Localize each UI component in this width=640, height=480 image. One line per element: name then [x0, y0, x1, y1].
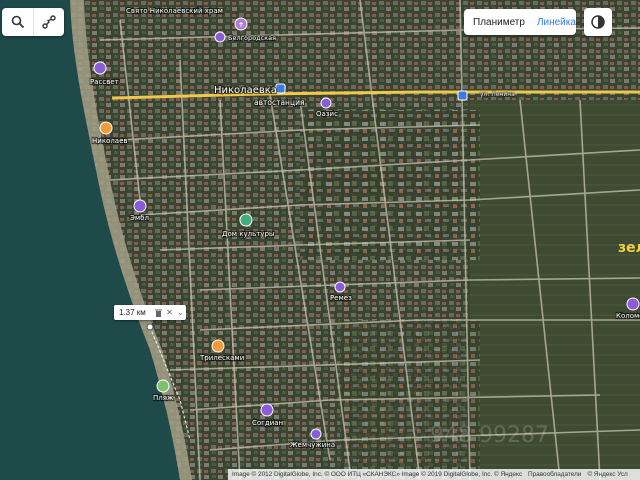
- bus-station-poi[interactable]: [275, 83, 286, 94]
- kolomets-label: Коломе: [616, 312, 640, 320]
- church-poi[interactable]: ✝: [234, 17, 248, 31]
- church-icon: ✝: [238, 21, 244, 29]
- search-button[interactable]: [2, 8, 33, 36]
- emek-poi[interactable]: [334, 281, 346, 293]
- emek-label: Ремез: [330, 294, 352, 302]
- route-button[interactable]: [33, 8, 64, 36]
- zhemchuzhina-poi[interactable]: [310, 428, 322, 440]
- nikolaev-label: Николаев: [92, 137, 128, 145]
- close-icon[interactable]: ✕: [164, 306, 175, 319]
- oazis-label: Оазис: [316, 110, 338, 118]
- zel-label: зел: [618, 240, 640, 256]
- satellite-map[interactable]: ✝ Свято Николаевский храм Николаевка авт…: [0, 0, 640, 480]
- sogdian-label: Согдиан: [252, 419, 283, 427]
- imagery-credit: Image © 2012 DigitalGlobe, Inc. © ООО ИТ…: [232, 471, 523, 478]
- rassvet-poi[interactable]: [93, 61, 107, 75]
- route-icon: [42, 15, 56, 29]
- search-icon: [11, 15, 24, 29]
- zhemchuzhina-label: Жемчужина: [290, 441, 335, 449]
- ruler-distance-chip: 1.37 км ✕ ⌄: [114, 305, 186, 320]
- plyazh-label: Пляж: [153, 394, 174, 402]
- dom-kultury-poi[interactable]: [239, 213, 253, 227]
- ruler-tab[interactable]: Линейка: [531, 9, 582, 35]
- sogdian-poi[interactable]: [260, 403, 274, 417]
- kolomets-poi[interactable]: [626, 297, 640, 311]
- church-label: Свято Николаевский храм: [126, 7, 223, 15]
- dom-kultury-label: Дом культуры: [222, 230, 274, 238]
- layers-button[interactable]: [584, 8, 612, 36]
- phone-watermark: 948 99287: [430, 423, 549, 448]
- bus-station-label: автостанция: [254, 98, 304, 107]
- nikolaev-poi[interactable]: [99, 121, 113, 135]
- embl-label: Эмбл: [130, 214, 149, 222]
- ruler-distance: 1.37 км: [119, 308, 146, 317]
- layers-icon: [591, 15, 605, 29]
- belgorod-label: Белгородская: [228, 34, 276, 42]
- ruler-endpoint[interactable]: [146, 323, 154, 331]
- trash-icon[interactable]: [153, 306, 164, 319]
- search-route-control: [2, 8, 64, 36]
- triplelesk-label: Трилесками: [199, 354, 244, 362]
- oazis-poi[interactable]: [320, 97, 332, 109]
- map-attribution: Image © 2012 DigitalGlobe, Inc. © ООО ИТ…: [228, 469, 640, 480]
- bus-stop-poi[interactable]: [457, 90, 468, 101]
- planimeter-tab[interactable]: Планиметр: [464, 9, 531, 35]
- yandex-terms[interactable]: © Яндекс Усл: [587, 471, 627, 478]
- bel-poi[interactable]: [214, 31, 226, 43]
- rassvet-label: Рассвет: [90, 78, 119, 86]
- measure-mode-switch: Планиметр Линейка: [464, 9, 576, 35]
- triplelesk-poi[interactable]: [211, 339, 225, 353]
- street-label: ул. Ленина: [480, 91, 515, 98]
- town-label: Николаевка: [214, 85, 277, 96]
- chevron-down-icon[interactable]: ⌄: [175, 306, 186, 319]
- rights-holders-link[interactable]: Правообладатели: [528, 471, 581, 478]
- plyazh-poi[interactable]: [156, 379, 170, 393]
- embl-poi[interactable]: [133, 199, 147, 213]
